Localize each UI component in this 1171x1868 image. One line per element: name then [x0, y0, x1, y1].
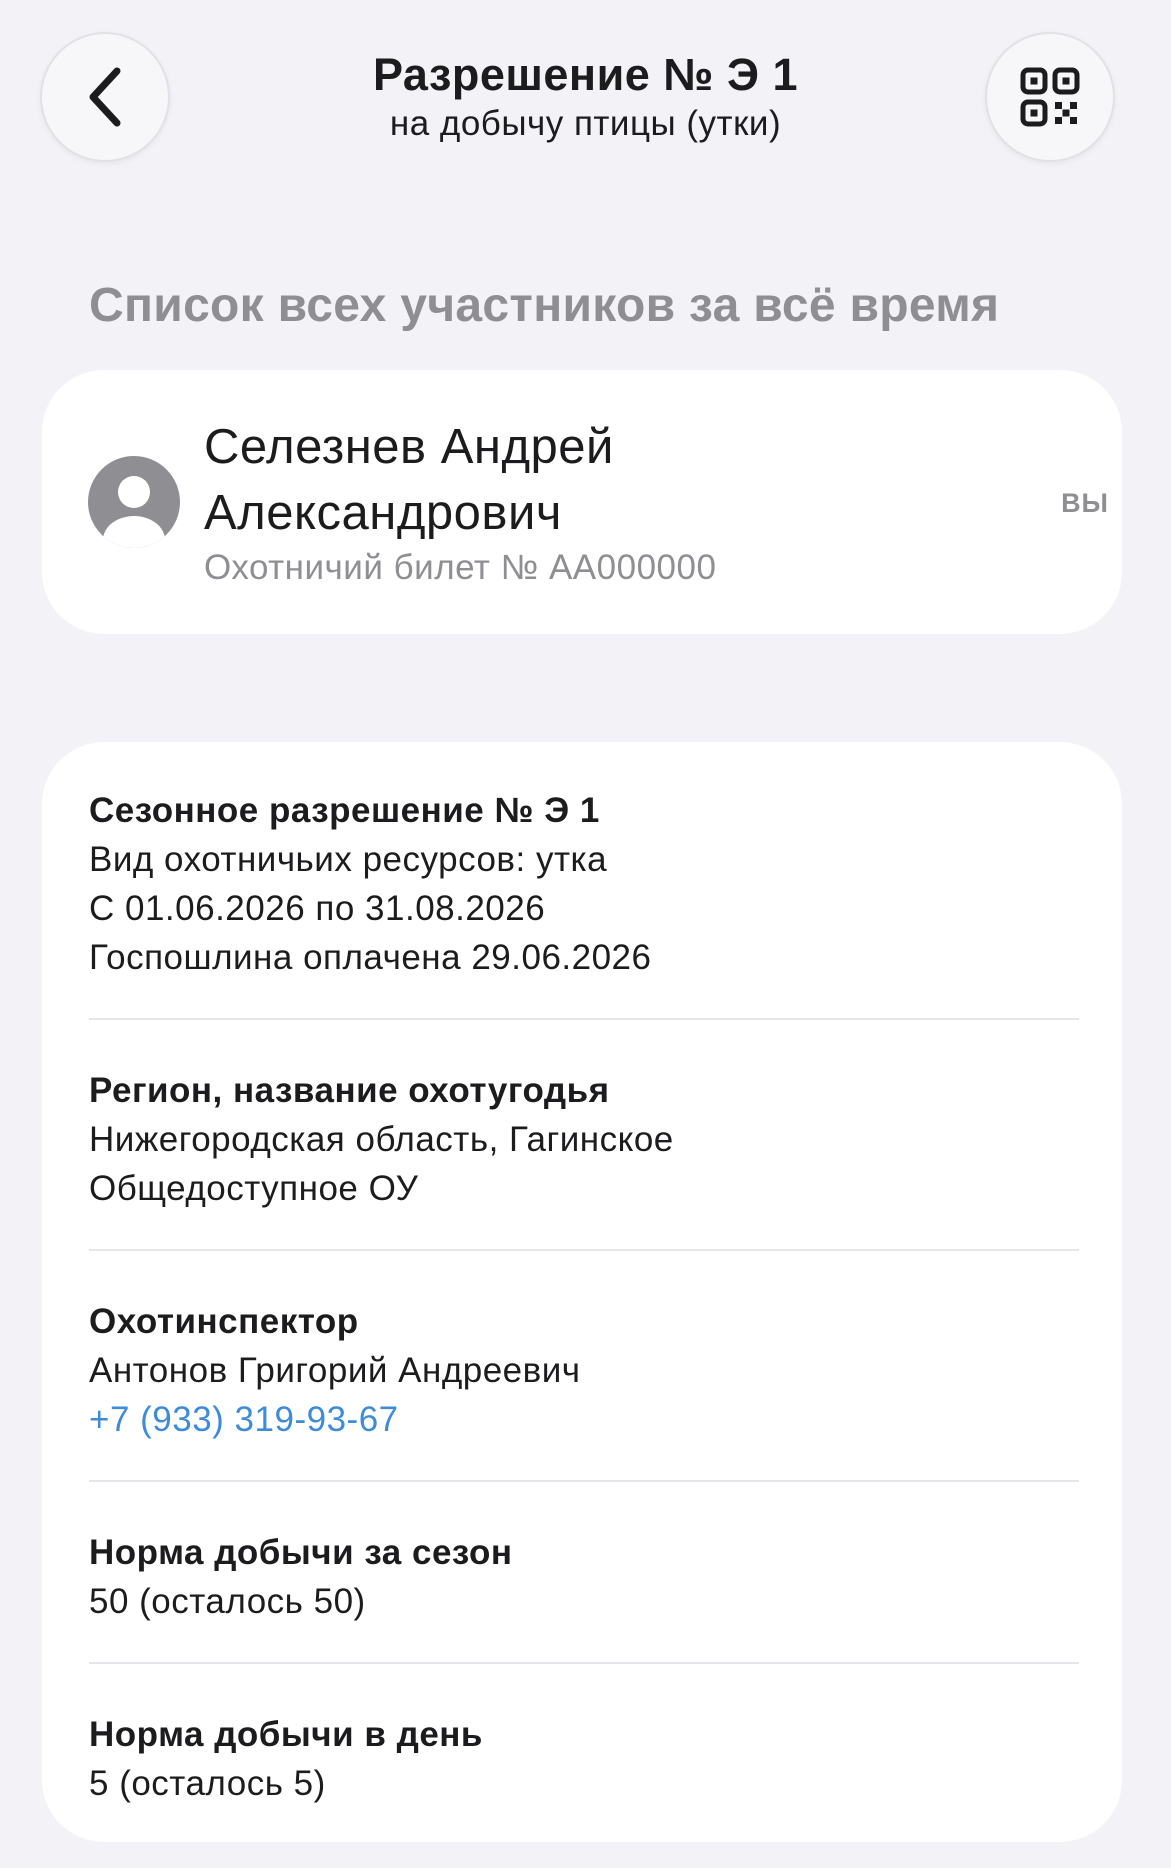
day-limit-section: Норма добычи в день 5 (осталось 5) — [89, 1710, 1079, 1808]
permit-title: Сезонное разрешение № Э 1 — [89, 791, 600, 830]
day-limit-value: 5 (осталось 5) — [89, 1764, 326, 1803]
region-line-2: Общедоступное ОУ — [89, 1169, 419, 1208]
resource-type: Вид охотничьих ресурсов: утка — [89, 840, 608, 879]
participant-name: Селезнев Андрей Александрович — [204, 420, 614, 540]
region-title: Регион, название охотугодья — [89, 1071, 610, 1110]
fee-status: Госпошлина оплачена 29.06.2026 — [89, 938, 652, 977]
permit-period: С 01.06.2026 по 31.08.2026 — [89, 889, 546, 928]
divider — [89, 1249, 1079, 1251]
participants-heading: Список всех участников за всё время — [89, 279, 1000, 332]
day-limit-title: Норма добычи в день — [89, 1715, 483, 1754]
inspector-phone-link[interactable]: +7 (933) 319-93-67 — [89, 1395, 1079, 1444]
season-limit-section: Норма добычи за сезон 50 (осталось 50) — [89, 1528, 1079, 1626]
qr-code-button[interactable] — [985, 32, 1115, 162]
season-limit-title: Норма добычи за сезон — [89, 1533, 513, 1572]
inspector-section: Охотинспектор Антонов Григорий Андреевич… — [89, 1297, 1079, 1444]
header: Разрешение № Э 1 на добычу птицы (утки) — [0, 0, 1171, 200]
person-avatar-icon — [88, 456, 180, 548]
divider — [89, 1480, 1079, 1482]
inspector-name: Антонов Григорий Андреевич — [89, 1351, 581, 1390]
back-button[interactable] — [40, 32, 170, 162]
you-badge: ВЫ — [1061, 488, 1109, 518]
region-section: Регион, название охотугодья Нижегородска… — [89, 1066, 1079, 1213]
season-limit-value: 50 (осталось 50) — [89, 1582, 366, 1621]
permit-details-card: Сезонное разрешение № Э 1 Вид охотничьих… — [42, 742, 1122, 1842]
divider — [89, 1018, 1079, 1020]
divider — [89, 1662, 1079, 1664]
participant-card[interactable]: Селезнев Андрей Александрович Охотничий … — [42, 370, 1122, 634]
region-line-1: Нижегородская область, Гагинское — [89, 1120, 674, 1159]
qr-code-icon — [1020, 67, 1080, 127]
header-title-block: Разрешение № Э 1 на добычу птицы (утки) — [250, 48, 921, 146]
inspector-title: Охотинспектор — [89, 1302, 359, 1341]
chevron-left-icon — [89, 67, 121, 127]
hunting-ticket-number: Охотничий билет № АА000000 — [204, 548, 717, 587]
page-subtitle: на добычу птицы (утки) — [389, 104, 782, 143]
permit-section: Сезонное разрешение № Э 1 Вид охотничьих… — [89, 786, 1079, 982]
page-title: Разрешение № Э 1 — [373, 49, 798, 100]
